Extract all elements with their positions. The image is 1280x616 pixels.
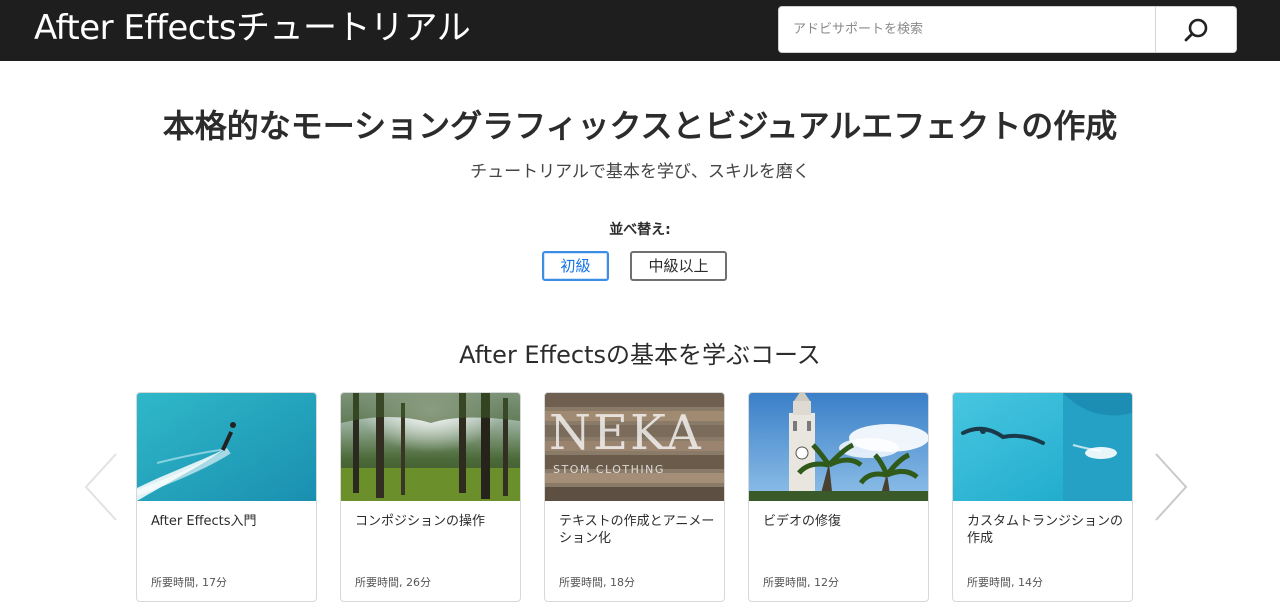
search-box [778,6,1237,53]
course-thumbnail: NEKA STOM CLOTHING [545,393,724,501]
search-input[interactable] [779,7,1155,52]
chevron-left-icon [84,453,117,521]
top-bar: After Effectsチュートリアル [0,0,1280,61]
chevron-right-icon [1155,453,1188,521]
course-title: カスタムトランジションの作成 [967,514,1124,546]
page-title: 本格的なモーショングラフィックスとビジュアルエフェクトの作成 [162,107,1118,145]
course-thumbnail [341,393,520,501]
carousel-prev-button[interactable] [82,450,122,524]
course-duration: 所要時間, 17分 [151,576,227,589]
carousel-next-button[interactable] [1150,450,1190,524]
course-duration: 所要時間, 14分 [967,576,1043,589]
course-title: After Effects入門 [151,514,257,529]
course-card[interactable]: After Effects入門 所要時間, 17分 [136,392,317,602]
search-button[interactable] [1155,7,1236,52]
sort-label: 並べ替え: [609,222,671,238]
course-card[interactable]: カスタムトランジションの作成 所要時間, 14分 [952,392,1133,602]
course-title: ビデオの修復 [763,514,842,529]
course-card[interactable]: NEKA STOM CLOTHING テキストの作成とアニメーション化 所要時間… [544,392,725,602]
sort-beginner-button[interactable]: 初級 [542,251,609,281]
section-title: After Effectsの基本を学ぶコース [459,341,821,369]
course-card[interactable]: ビデオの修復 所要時間, 12分 [748,392,929,602]
thumb-sign-subtext: STOM CLOTHING [553,463,665,476]
course-thumbnail [953,393,1132,501]
search-icon [1184,18,1208,41]
course-title: テキストの作成とアニメーション化 [559,514,715,546]
course-thumbnail [749,393,928,501]
course-title: コンポジションの操作 [355,514,486,529]
course-card[interactable]: コンポジションの操作 所要時間, 26分 [340,392,521,602]
page-subtitle: チュートリアルで基本を学び、スキルを磨く [470,162,810,182]
app-title[interactable]: After Effectsチュートリアル [34,8,471,48]
course-thumbnail [137,393,316,501]
course-duration: 所要時間, 26分 [355,576,431,589]
thumb-sign-text: NEKA [549,405,703,461]
course-duration: 所要時間, 18分 [559,576,635,589]
course-duration: 所要時間, 12分 [763,576,839,589]
sort-intermediate-button[interactable]: 中級以上 [630,251,727,281]
